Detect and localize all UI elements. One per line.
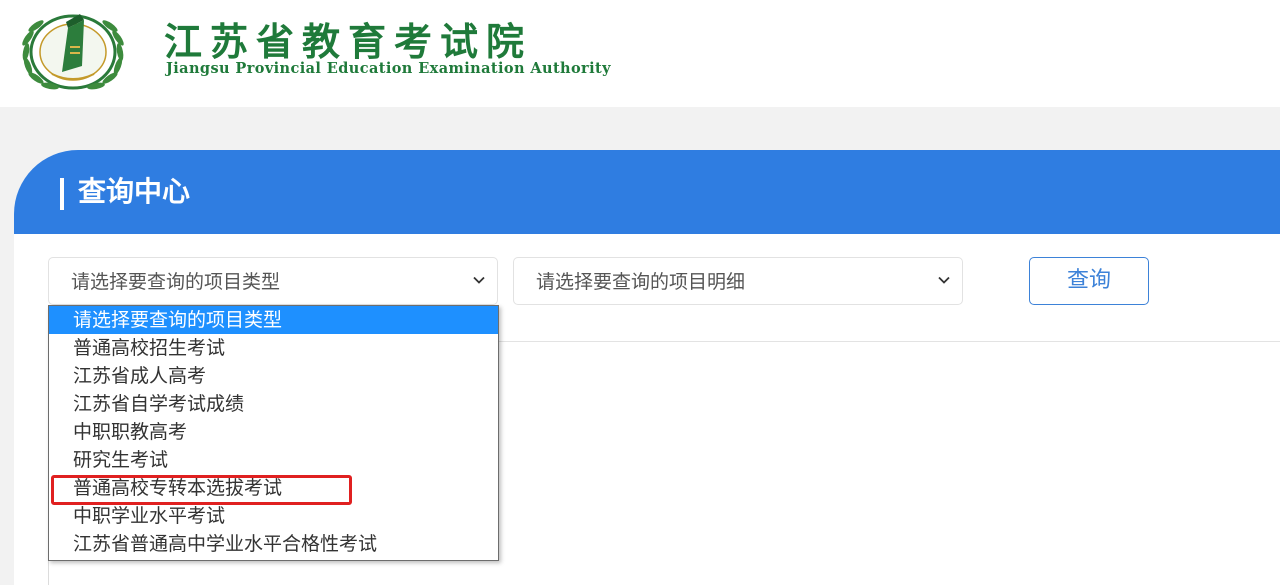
project-type-dropdown-list: 请选择要查询的项目类型 普通高校招生考试 江苏省成人高考 江苏省自学考试成绩 中… <box>48 305 499 561</box>
red-highlight-annotation <box>51 475 352 505</box>
jeea-emblem-logo <box>22 14 124 90</box>
query-center-header: 查询中心 <box>14 150 1280 234</box>
dropdown-option[interactable]: 中职学业水平考试 <box>49 502 498 530</box>
dropdown-option[interactable]: 中职职教高考 <box>49 418 498 446</box>
dropdown-option[interactable]: 普通高校招生考试 <box>49 334 498 362</box>
divider <box>498 341 1280 342</box>
dropdown-option[interactable]: 江苏省成人高考 <box>49 362 498 390</box>
project-detail-select-value: 请选择要查询的项目明细 <box>536 271 746 293</box>
dropdown-option[interactable]: 江苏省自学考试成绩 <box>49 390 498 418</box>
dropdown-option[interactable]: 请选择要查询的项目类型 <box>49 306 498 334</box>
project-type-select[interactable]: 请选择要查询的项目类型 <box>48 257 498 305</box>
project-detail-select[interactable]: 请选择要查询的项目明细 <box>513 257 963 305</box>
dropdown-option[interactable]: 江苏省普通高中学业水平合格性考试 <box>49 530 498 558</box>
site-header: 江苏省教育考试院 Jiangsu Provincial Education Ex… <box>0 0 1280 107</box>
dropdown-option[interactable]: 研究生考试 <box>49 446 498 474</box>
panel-title: 查询中心 <box>78 175 191 208</box>
chevron-down-icon <box>473 276 485 284</box>
org-name-english: Jiangsu Provincial Education Examination… <box>166 60 611 77</box>
title-accent-bar <box>60 178 64 210</box>
chevron-down-icon <box>938 276 950 284</box>
org-name-chinese: 江苏省教育考试院 <box>164 19 533 64</box>
divider <box>48 560 49 585</box>
project-type-select-value: 请选择要查询的项目类型 <box>71 271 281 293</box>
query-button[interactable]: 查询 <box>1029 257 1149 305</box>
